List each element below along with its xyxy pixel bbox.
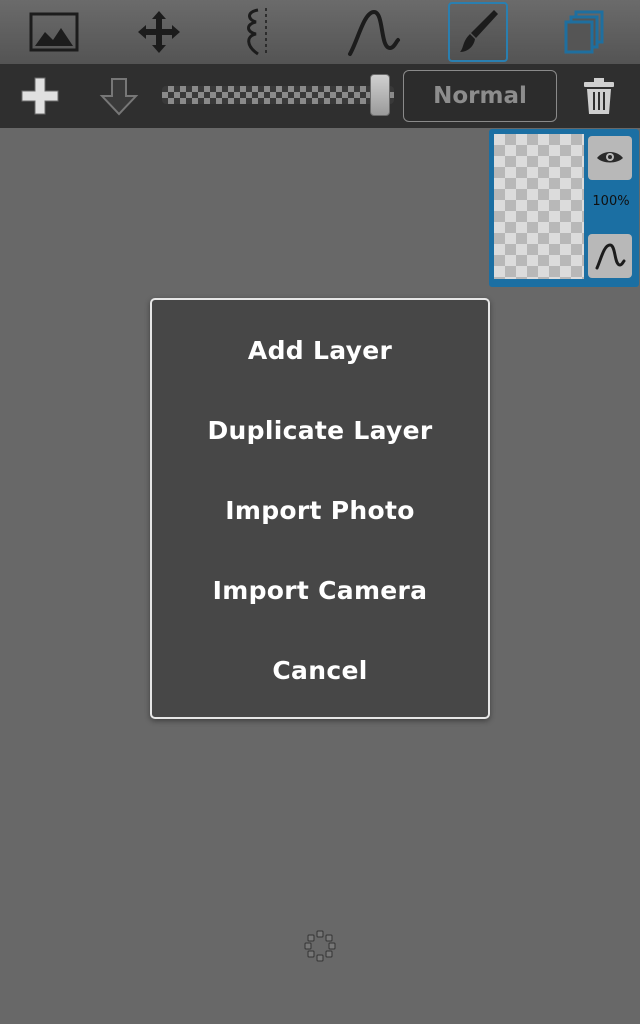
import-photo-option[interactable]: Import Photo bbox=[152, 470, 488, 550]
layer-opacity-slider[interactable] bbox=[162, 74, 394, 116]
layers-tool-button[interactable] bbox=[554, 2, 614, 62]
cancel-option[interactable]: Cancel bbox=[152, 630, 488, 710]
brush-tool-button[interactable] bbox=[448, 2, 508, 62]
blend-mode-button[interactable]: Normal bbox=[403, 70, 557, 122]
layer-opacity-label: 100% bbox=[592, 194, 630, 209]
move-icon bbox=[138, 11, 180, 53]
import-camera-option[interactable]: Import Camera bbox=[152, 550, 488, 630]
delete-layer-button[interactable] bbox=[575, 72, 623, 120]
layer-visibility-button[interactable] bbox=[588, 136, 632, 180]
layer-item[interactable]: 100% bbox=[489, 129, 639, 287]
curve-icon bbox=[595, 243, 626, 270]
image-tool-button[interactable] bbox=[24, 2, 84, 62]
add-layer-button[interactable] bbox=[16, 72, 64, 120]
image-icon bbox=[29, 12, 79, 52]
layers-icon bbox=[564, 10, 604, 54]
tool-bar bbox=[0, 0, 640, 64]
loading-spinner-icon bbox=[304, 930, 336, 962]
add-layer-option[interactable]: Add Layer bbox=[152, 310, 488, 390]
layer-controls: 100% bbox=[588, 134, 634, 279]
curve-icon bbox=[348, 9, 400, 56]
trash-icon bbox=[584, 78, 614, 114]
arrow-down-icon bbox=[99, 78, 139, 116]
layer-thumbnail[interactable] bbox=[494, 134, 584, 279]
layer-brush-button[interactable] bbox=[588, 234, 632, 278]
slider-track bbox=[162, 86, 394, 104]
layer-options-dialog: Add Layer Duplicate Layer Import Photo I… bbox=[150, 298, 490, 719]
curve-tool-button[interactable] bbox=[344, 2, 404, 62]
merge-down-button[interactable] bbox=[95, 72, 143, 120]
symmetry-tool-button[interactable] bbox=[226, 2, 286, 62]
move-tool-button[interactable] bbox=[129, 2, 189, 62]
duplicate-layer-option[interactable]: Duplicate Layer bbox=[152, 390, 488, 470]
symmetry-icon bbox=[247, 8, 267, 56]
eye-icon bbox=[597, 152, 623, 163]
plus-icon bbox=[21, 77, 59, 115]
slider-thumb[interactable] bbox=[370, 74, 390, 116]
brush-icon bbox=[460, 10, 498, 52]
